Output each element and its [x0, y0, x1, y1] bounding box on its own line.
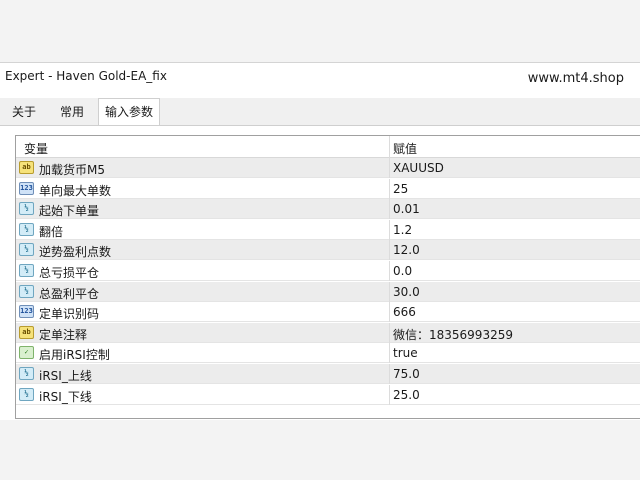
parameter-name: 启用iRSI控制 — [39, 348, 110, 363]
expert-properties-window: Expert - Haven Gold-EA_fix www.mt4.shop … — [0, 62, 640, 420]
parameter-value-cell[interactable]: true — [393, 346, 418, 360]
column-divider — [389, 364, 390, 384]
integer-type-icon: 123 — [19, 305, 34, 319]
double-type-icon: ½ — [19, 202, 34, 216]
tab-common[interactable]: 常用 — [50, 101, 94, 124]
parameter-value-cell[interactable]: 微信：18356993259 — [393, 326, 513, 343]
table-row[interactable]: ½ 翻倍 1.2 — [16, 219, 640, 240]
parameter-name: 起始下单量 — [39, 204, 100, 219]
tab-inputs[interactable]: 输入参数 — [98, 98, 160, 126]
parameter-value-cell[interactable]: 0.0 — [393, 264, 412, 278]
table-row[interactable]: ½ 总亏损平仓 0.0 — [16, 261, 640, 281]
column-divider — [389, 322, 390, 343]
double-type-icon: ½ — [19, 367, 34, 380]
tab-about[interactable]: 关于 — [4, 101, 44, 124]
table-row[interactable]: ½ 逆势盈利点数 12.0 — [16, 240, 640, 261]
parameter-name: 单向最大单数 — [39, 183, 112, 198]
double-type-icon: ½ — [19, 284, 34, 298]
column-divider — [389, 343, 390, 364]
parameter-name: 定单识别码 — [39, 307, 100, 322]
string-type-icon: ab — [19, 161, 34, 174]
parameter-value-cell[interactable]: 0.01 — [393, 202, 420, 216]
parameter-value-cell[interactable]: 666 — [393, 305, 416, 319]
table-row[interactable]: ab 加载货币M5 XAUUSD — [16, 158, 640, 178]
column-divider — [389, 384, 390, 405]
double-type-icon: ½ — [19, 387, 34, 401]
parameter-value-cell[interactable]: 1.2 — [393, 223, 412, 237]
parameter-name: 加载货币M5 — [39, 163, 105, 177]
column-divider — [389, 178, 390, 199]
double-type-icon: ½ — [19, 222, 34, 236]
title-bar: Expert - Haven Gold-EA_fix www.mt4.shop — [0, 63, 640, 91]
double-type-icon: ½ — [19, 264, 34, 277]
tab-strip: 关于 常用 输入参数 — [0, 98, 640, 126]
string-type-icon: ab — [19, 325, 34, 339]
column-header-variable[interactable]: 变量 — [24, 140, 48, 157]
table-row[interactable]: ½ iRSI_下线 25.0 — [16, 384, 640, 405]
column-divider — [389, 240, 390, 261]
column-divider — [389, 199, 390, 220]
column-divider — [389, 219, 390, 240]
parameter-name: iRSI_下线 — [39, 389, 92, 404]
bool-type-icon: ✓ — [19, 346, 34, 360]
table-row[interactable]: ½ iRSI_上线 75.0 — [16, 364, 640, 384]
column-divider — [389, 302, 390, 323]
parameter-name: 总亏损平仓 — [39, 266, 100, 280]
table-row[interactable]: ½ 起始下单量 0.01 — [16, 199, 640, 220]
column-divider — [389, 281, 390, 302]
parameter-name: 逆势盈利点数 — [39, 245, 112, 260]
parameters-grid: 变量 赋值 ab 加载货币M5 XAUUSD 123 单向最大单数 25 ½ 起始下单量 0.0… — [15, 135, 640, 419]
parameter-value-cell[interactable]: 30.0 — [393, 285, 420, 299]
table-row[interactable]: ✓ 启用iRSI控制 true — [16, 343, 640, 364]
double-type-icon: ½ — [19, 243, 34, 257]
table-row[interactable]: 123 定单识别码 666 — [16, 302, 640, 323]
watermark-text: www.mt4.shop — [527, 71, 624, 86]
parameter-value-cell[interactable]: XAUUSD — [393, 161, 444, 175]
parameter-value-cell[interactable]: 25.0 — [393, 388, 420, 402]
table-row[interactable]: ½ 总盈利平仓 30.0 — [16, 281, 640, 302]
column-divider — [389, 158, 390, 178]
parameter-name: 翻倍 — [39, 224, 64, 239]
parameter-name: iRSI_上线 — [39, 369, 92, 383]
column-divider — [389, 261, 390, 281]
table-row[interactable]: ab 定单注释 微信：18356993259 — [16, 322, 640, 343]
parameter-name: 定单注释 — [39, 327, 88, 342]
inputs-panel: 变量 赋值 ab 加载货币M5 XAUUSD 123 单向最大单数 25 ½ 起始下单量 0.0… — [0, 125, 640, 420]
grid-header: 变量 赋值 — [16, 136, 640, 158]
parameter-name: 总盈利平仓 — [39, 286, 100, 301]
parameter-value-cell[interactable]: 25 — [393, 182, 408, 196]
parameter-value-cell[interactable]: 75.0 — [393, 367, 420, 381]
parameter-value-cell[interactable]: 12.0 — [393, 243, 420, 257]
column-header-value[interactable]: 赋值 — [393, 140, 417, 157]
window-title: Expert - Haven Gold-EA_fix — [5, 69, 167, 83]
column-divider — [389, 136, 390, 158]
table-row[interactable]: 123 单向最大单数 25 — [16, 178, 640, 199]
integer-type-icon: 123 — [19, 181, 34, 195]
